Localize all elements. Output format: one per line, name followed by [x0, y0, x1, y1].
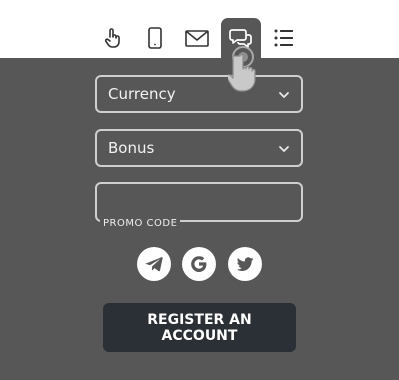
- chevron-down-icon: [279, 146, 289, 152]
- email-envelope-icon: [185, 30, 209, 47]
- bonus-select-value: Bonus: [108, 139, 155, 157]
- currency-select[interactable]: Currency: [95, 75, 303, 113]
- telegram-icon: [145, 257, 163, 272]
- bonus-select[interactable]: Bonus: [95, 129, 303, 167]
- registration-method-tabs: [0, 0, 399, 58]
- promo-code-label: PROMO CODE: [100, 218, 181, 229]
- chat-bubbles-icon: [229, 29, 252, 48]
- register-account-button[interactable]: REGISTER AN ACCOUNT: [103, 303, 296, 352]
- tab-full-registration[interactable]: [264, 18, 304, 58]
- twitter-login-button[interactable]: [228, 247, 262, 281]
- google-login-button[interactable]: [182, 247, 216, 281]
- tap-hand-icon: [104, 28, 120, 48]
- twitter-icon: [236, 257, 254, 272]
- list-icon: [274, 29, 293, 47]
- tab-one-click[interactable]: [93, 18, 133, 58]
- tab-email[interactable]: [177, 18, 217, 58]
- currency-select-value: Currency: [108, 85, 176, 103]
- tab-phone[interactable]: [135, 18, 175, 58]
- registration-form-panel: Currency Bonus PROMO CODE REGISTER AN AC…: [0, 58, 399, 380]
- chevron-down-icon: [279, 92, 289, 98]
- google-icon: [191, 256, 207, 272]
- tab-social-networks[interactable]: [221, 18, 261, 58]
- promo-code-input[interactable]: [95, 182, 303, 222]
- telegram-login-button[interactable]: [137, 247, 171, 281]
- mobile-phone-icon: [148, 27, 162, 49]
